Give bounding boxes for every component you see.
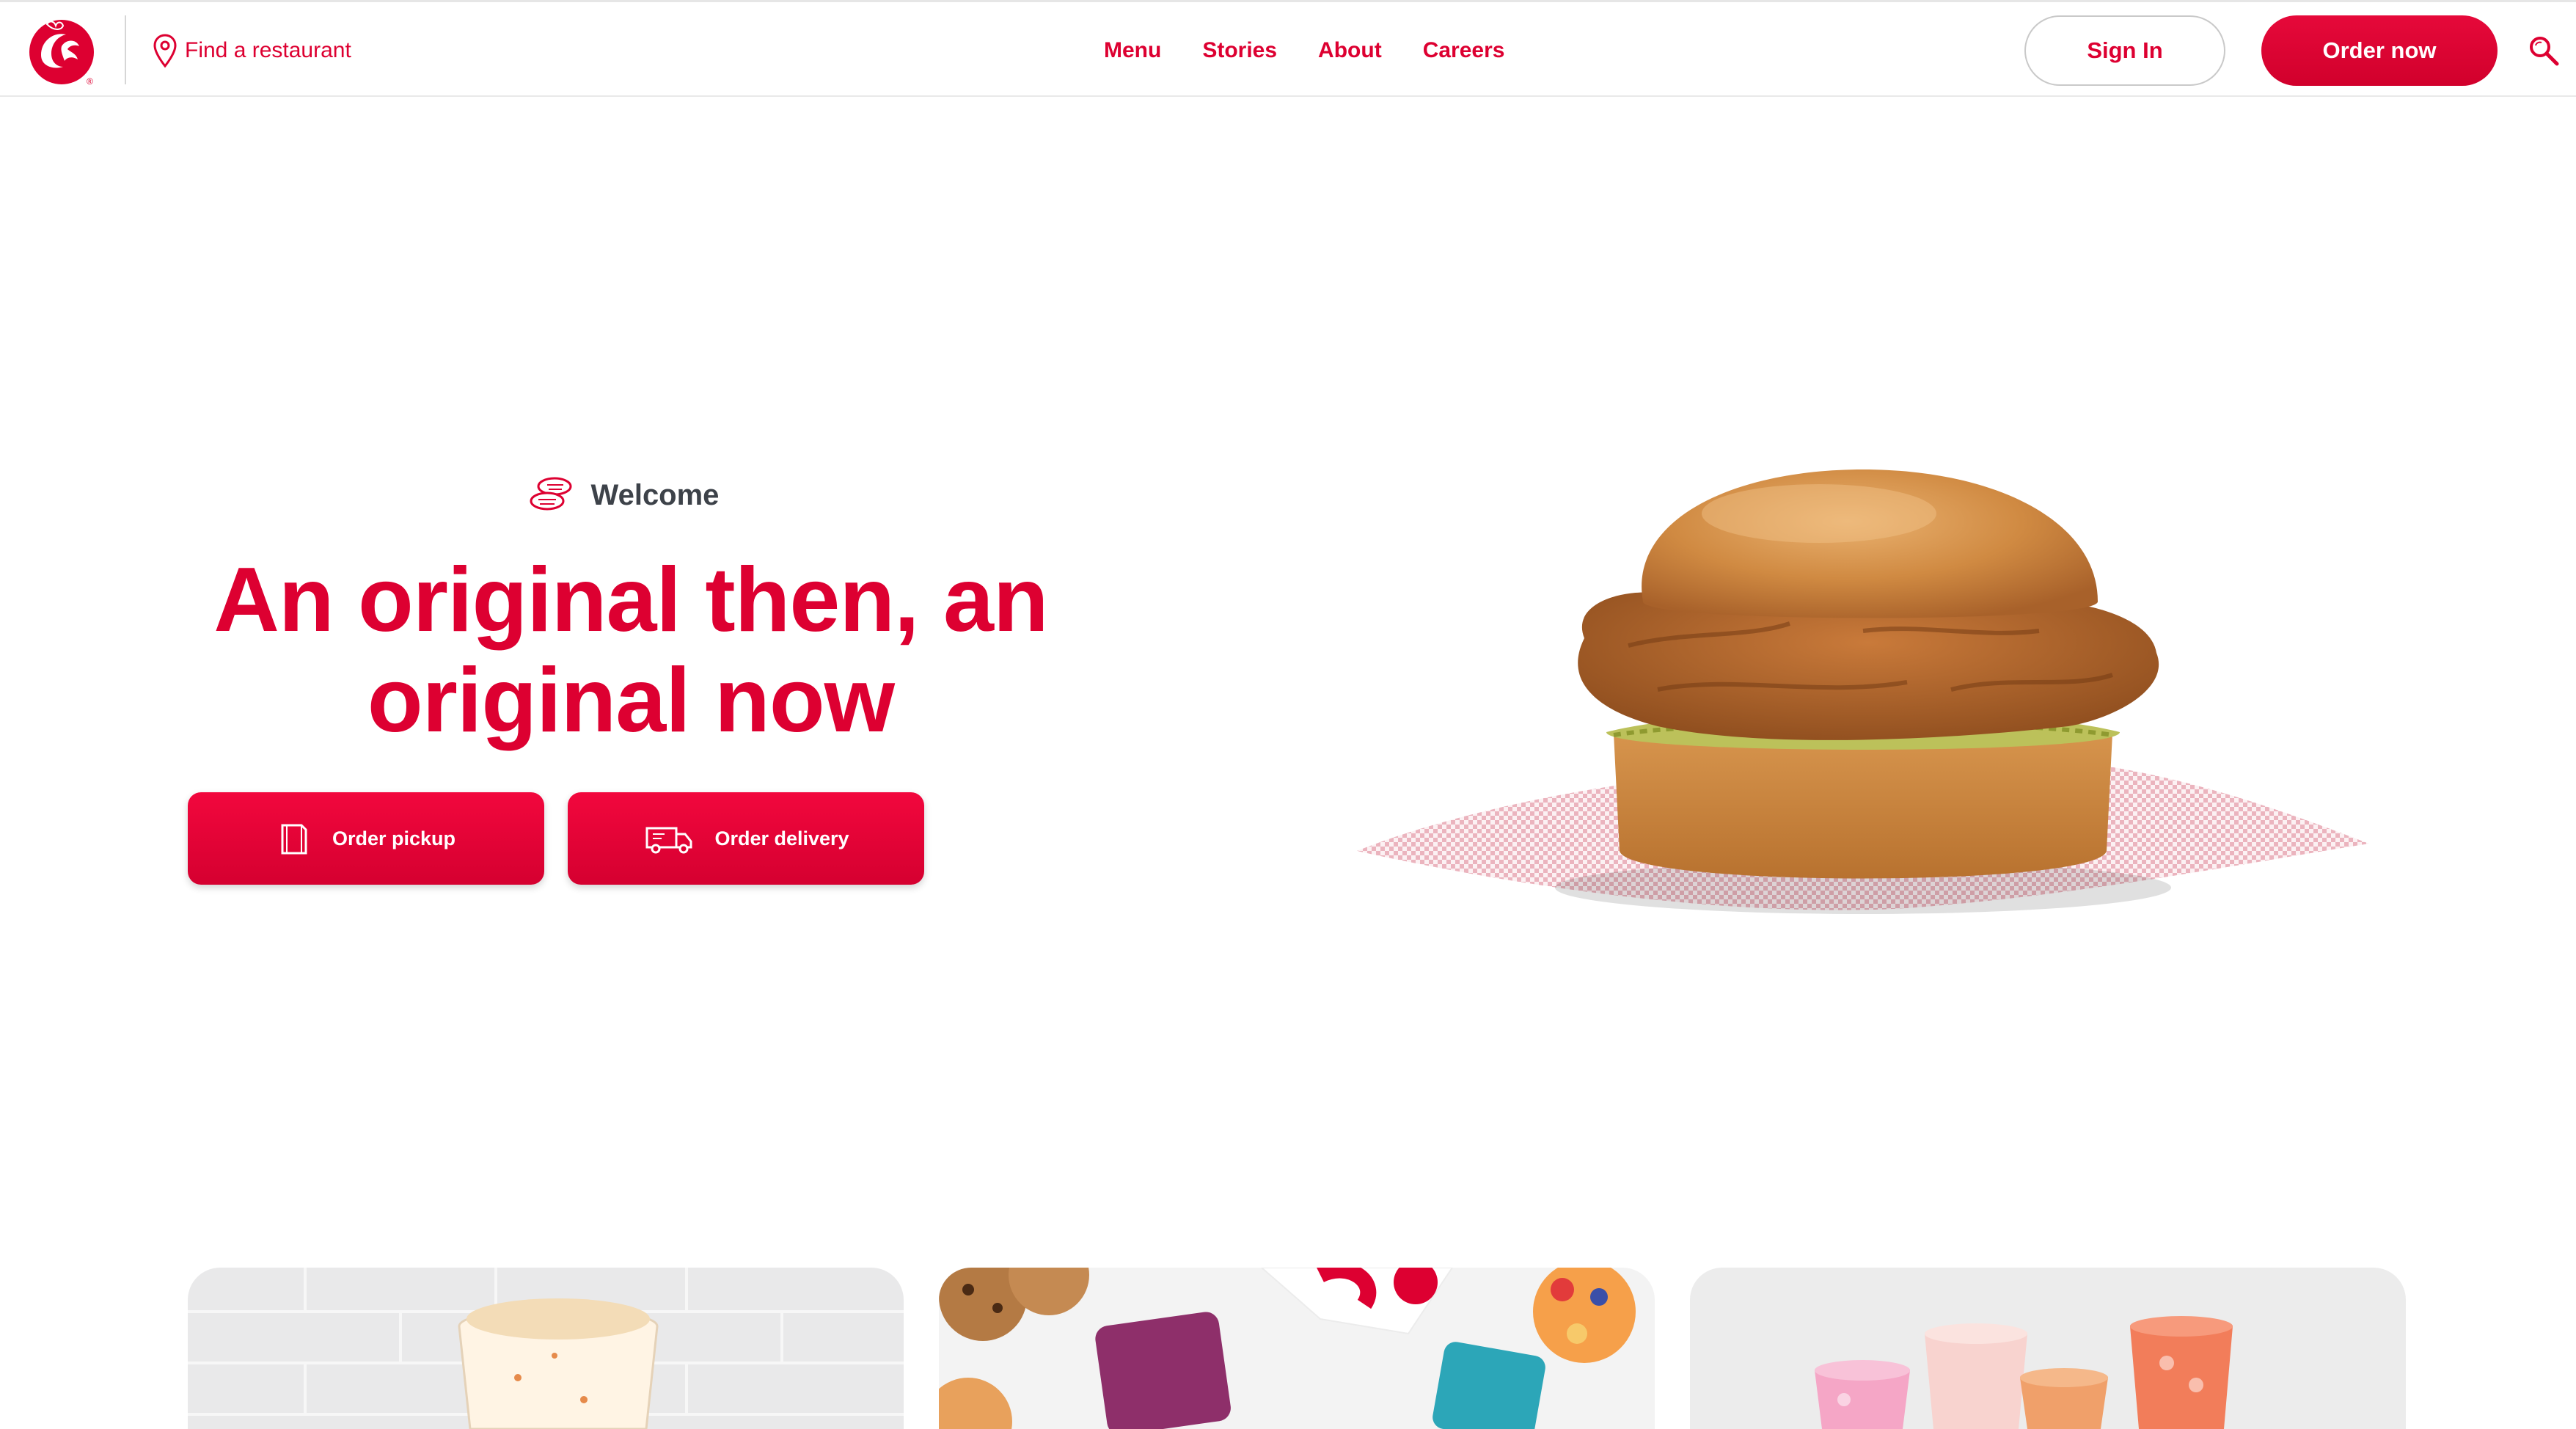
hero-text: Welcome An original then, an original no…	[183, 469, 1078, 751]
order-pickup-label: Order pickup	[332, 827, 456, 849]
nav-item-careers[interactable]: Careers	[1423, 38, 1505, 63]
search-icon[interactable]	[2528, 34, 2560, 67]
order-delivery-label: Order delivery	[714, 827, 849, 849]
headline-line-2: original now	[367, 650, 895, 751]
promo-card-drinks[interactable]	[1690, 1268, 2406, 1429]
catering-spread-image	[939, 1268, 1655, 1429]
drinks-image	[1690, 1268, 2406, 1429]
hero-cta-group: Order pickup Order delivery	[188, 792, 948, 885]
nav-item-menu[interactable]: Menu	[1104, 38, 1161, 63]
location-pin-icon	[153, 34, 177, 68]
promo-card-catering[interactable]	[939, 1268, 1655, 1429]
svg-text:®: ®	[87, 76, 93, 87]
delivery-van-icon	[645, 827, 692, 854]
nav-item-stories[interactable]: Stories	[1202, 38, 1277, 63]
sign-in-button[interactable]: Sign In	[2024, 15, 2225, 86]
milkshake-image	[188, 1268, 904, 1429]
order-now-button[interactable]: Order now	[2261, 15, 2498, 86]
pickup-bag-icon	[281, 824, 307, 855]
find-restaurant-label: Find a restaurant	[185, 38, 351, 62]
find-restaurant-link[interactable]: Find a restaurant	[153, 32, 351, 70]
chicken-sandwich-image	[1357, 469, 2369, 914]
brand-logo[interactable]: ®	[25, 14, 98, 87]
order-pickup-button[interactable]: Order pickup	[188, 792, 544, 885]
headline-line-1: An original then, an	[213, 549, 1048, 651]
hero-headline: An original then, an original now	[183, 550, 1078, 751]
nav-item-about[interactable]: About	[1318, 38, 1382, 63]
order-delivery-button[interactable]: Order delivery	[568, 792, 924, 885]
welcome-eyebrow: Welcome	[169, 469, 1078, 521]
main-nav: Menu Stories About Careers	[1104, 33, 1545, 68]
site-header: ® Find a restaurant Menu Stories About C…	[0, 0, 2576, 97]
welcome-text: Welcome	[590, 478, 720, 511]
nuggets-icon	[530, 477, 572, 511]
promo-card-milkshake[interactable]	[188, 1268, 904, 1429]
promo-cards	[188, 1268, 2441, 1429]
header-divider	[125, 15, 126, 84]
